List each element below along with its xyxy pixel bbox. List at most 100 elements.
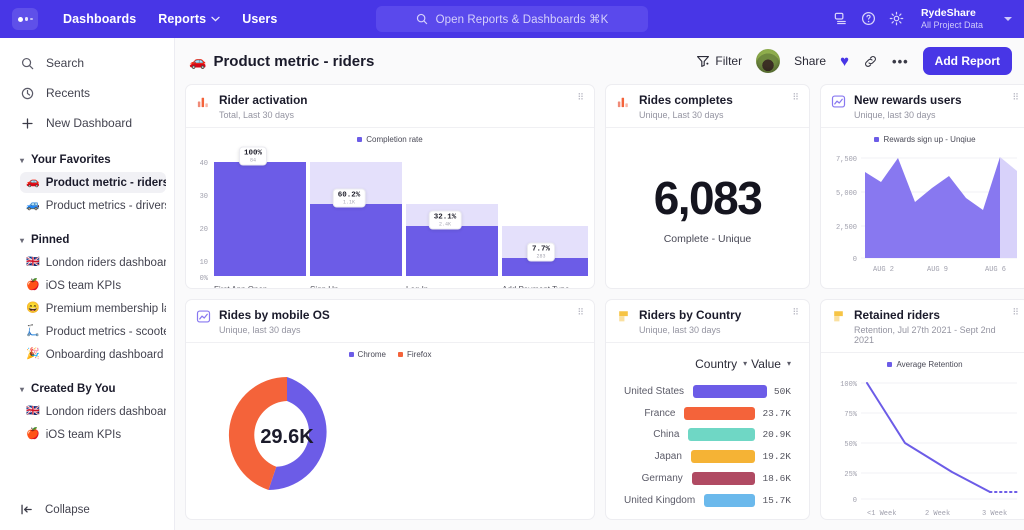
data-label-subvalue: 283 [532, 253, 550, 259]
card-drag-handle[interactable]: ⠿ [577, 93, 585, 100]
bar-first-app-open[interactable] [214, 162, 306, 276]
sidebar-label-london-riders-dashboard: London riders dashboard [46, 257, 166, 269]
legend-item-completion-rate[interactable]: Completion rate [357, 135, 422, 144]
more-dots-icon[interactable]: ••• [892, 54, 909, 69]
dashboard-app: Dashboards Reports Users Open Reports & … [0, 0, 1024, 530]
sidebar-group-header-pinned[interactable]: ▾ Pinned [0, 230, 174, 250]
global-search-input[interactable]: Open Reports & Dashboards ⌘K [376, 6, 648, 32]
y-tick-0: 0 [853, 497, 857, 505]
bar-log-in[interactable] [406, 226, 498, 276]
nav-item-reports[interactable]: Reports [147, 7, 231, 31]
table-row[interactable]: China 20.9K [624, 424, 791, 446]
card-drag-handle[interactable]: ⠿ [1012, 93, 1020, 100]
column-header-value[interactable]: Value ▾ [751, 357, 791, 371]
sidebar-group-favorites: ▾ Your Favorites 🚗 Product metric - ride… [0, 150, 174, 218]
filter-button[interactable]: Filter [696, 54, 742, 68]
add-report-button[interactable]: Add Report [923, 47, 1012, 75]
sidebar-item-new-dashboard[interactable]: New Dashboard [12, 108, 162, 138]
sidebar-label-product-metric-riders: Product metric - riders [46, 177, 166, 189]
share-label: Share [794, 54, 826, 68]
legend-item-average-retention[interactable]: Average Retention [887, 360, 962, 369]
y-tick-40: 40 [200, 160, 208, 168]
card-new-rewards-users: New rewards users Unique, last 30 days ⠿… [820, 84, 1024, 289]
area-series-rewards-sign-up[interactable] [865, 157, 1000, 258]
retention-line-chart: 100% 75% 50% 25% 0 <1 Week 2 Week 3 Week [827, 369, 1023, 520]
project-selector[interactable]: RydeShare All Project Data [921, 7, 983, 31]
sidebar-item-product-metrics-drivers[interactable]: 🚙 Product metrics - drivers [20, 195, 166, 216]
column-header-country[interactable]: Country ▾ [695, 357, 747, 371]
sidebar-collapse-button[interactable]: Collapse [0, 503, 174, 530]
plus-icon [20, 117, 35, 130]
donut-center-label: 29.6K [260, 426, 314, 448]
sidebar-item-product-metrics-scooters[interactable]: 🛴 Product metrics - scooters [20, 321, 166, 342]
project-chevron-down-icon[interactable] [1004, 17, 1012, 21]
x-tick-aug-6: AUG 6 [985, 266, 1006, 274]
legend-item-rewards-sign-up[interactable]: Rewards sign up - Unqiue [874, 135, 975, 144]
table-row[interactable]: United Kingdom 15.7K [624, 489, 791, 511]
sidebar: Search Recents [0, 38, 175, 530]
x-tick-aug-2: AUG 2 [873, 266, 894, 274]
card-header: Rides completes Unique, Last 30 days ⠿ [606, 85, 809, 128]
legend-item-chrome[interactable]: Chrome [349, 350, 386, 359]
sidebar-item-recents[interactable]: Recents [12, 78, 162, 108]
y-tick-30: 30 [200, 193, 208, 201]
row-value-china: 20.9K [762, 429, 791, 440]
row-label-united-states: United States [624, 386, 693, 397]
metric-value: 6,083 [654, 171, 762, 225]
gear-icon[interactable] [889, 11, 904, 26]
table-row[interactable]: United States 50K [624, 381, 791, 403]
flag-emoji-icon: 🇬🇧 [26, 257, 40, 268]
sidebar-item-onboarding-dashboard[interactable]: 🎉 Onboarding dashboard [20, 344, 166, 365]
card-drag-handle[interactable]: ⠿ [1012, 308, 1020, 315]
row-bar-france [684, 407, 755, 420]
table-row[interactable]: France 23.7K [624, 402, 791, 424]
card-body: Country ▾ Value ▾ United St [606, 343, 809, 519]
sidebar-group-title-favorites: Your Favorites [31, 154, 111, 166]
link-icon[interactable] [863, 54, 878, 69]
sidebar-label-product-metrics-scooters: Product metrics - scooters [46, 326, 166, 338]
three-dots-logo-icon[interactable] [12, 8, 38, 30]
heart-icon[interactable]: ♥ [840, 53, 849, 70]
project-scope: All Project Data [921, 20, 983, 31]
sidebar-item-ios-team-kpis[interactable]: 🍎 iOS team KPIs [20, 275, 166, 296]
sidebar-group-created-by-you: ▾ Created By You 🇬🇧 London riders dashbo… [0, 379, 174, 447]
row-value-france: 23.7K [762, 408, 791, 419]
nav-item-users[interactable]: Users [231, 7, 288, 31]
bar-sign-up[interactable] [310, 204, 402, 276]
card-title: Rider activation [219, 93, 308, 108]
stack-icon[interactable] [833, 11, 848, 26]
user-avatar[interactable] [756, 49, 780, 73]
y-tick-75: 75% [844, 411, 857, 419]
x-tick-week-2: 2 Week [925, 510, 950, 518]
sidebar-item-london-riders-dashboard-created[interactable]: 🇬🇧 London riders dashboard [20, 401, 166, 422]
card-body: Rewards sign up - Unqiue 7,500 5, [821, 128, 1024, 288]
sidebar-label-ios-team-kpis: iOS team KPIs [46, 280, 121, 292]
sidebar-group-header-favorites[interactable]: ▾ Your Favorites [0, 150, 174, 170]
y-tick-25: 25% [844, 471, 857, 479]
table-row[interactable]: Germany 18.6K [624, 468, 791, 490]
x-label-sign-up: Sign Up [310, 285, 339, 289]
card-drag-handle[interactable]: ⠿ [792, 93, 800, 100]
chart-legend: Average Retention [827, 357, 1023, 369]
line-series-average-retention[interactable] [867, 383, 990, 492]
chart-legend: Completion rate [192, 132, 588, 144]
share-button[interactable]: Share [794, 54, 826, 68]
sidebar-item-product-metric-riders[interactable]: 🚗 Product metric - riders [20, 172, 166, 193]
sidebar-item-premium-membership-launch[interactable]: 😄 Premium membership launch [20, 298, 166, 319]
legend-label-rewards-sign-up: Rewards sign up - Unqiue [883, 135, 975, 144]
sidebar-group-header-created-by-you[interactable]: ▾ Created By You [0, 379, 174, 399]
nav-item-dashboards[interactable]: Dashboards [52, 7, 147, 31]
sidebar-label-london-riders-dashboard-created: London riders dashboard [46, 406, 166, 418]
legend-item-firefox[interactable]: Firefox [398, 350, 431, 359]
card-drag-handle[interactable]: ⠿ [792, 308, 800, 315]
card-header: Retained riders Retention, Jul 27th 2021… [821, 300, 1024, 353]
nav-label-dashboards: Dashboards [63, 12, 136, 26]
sidebar-item-search[interactable]: Search [12, 48, 162, 78]
card-subtitle: Retention, Jul 27th 2021 - Sept 2nd 2021 [854, 325, 1004, 345]
sidebar-item-ios-team-kpis-created[interactable]: 🍎 iOS team KPIs [20, 424, 166, 445]
chevron-down-icon: ▾ [20, 156, 24, 165]
table-row[interactable]: Japan 19.2K [624, 446, 791, 468]
sidebar-item-london-riders-dashboard[interactable]: 🇬🇧 London riders dashboard [20, 252, 166, 273]
help-circle-icon[interactable] [861, 11, 876, 26]
card-drag-handle[interactable]: ⠿ [577, 308, 585, 315]
